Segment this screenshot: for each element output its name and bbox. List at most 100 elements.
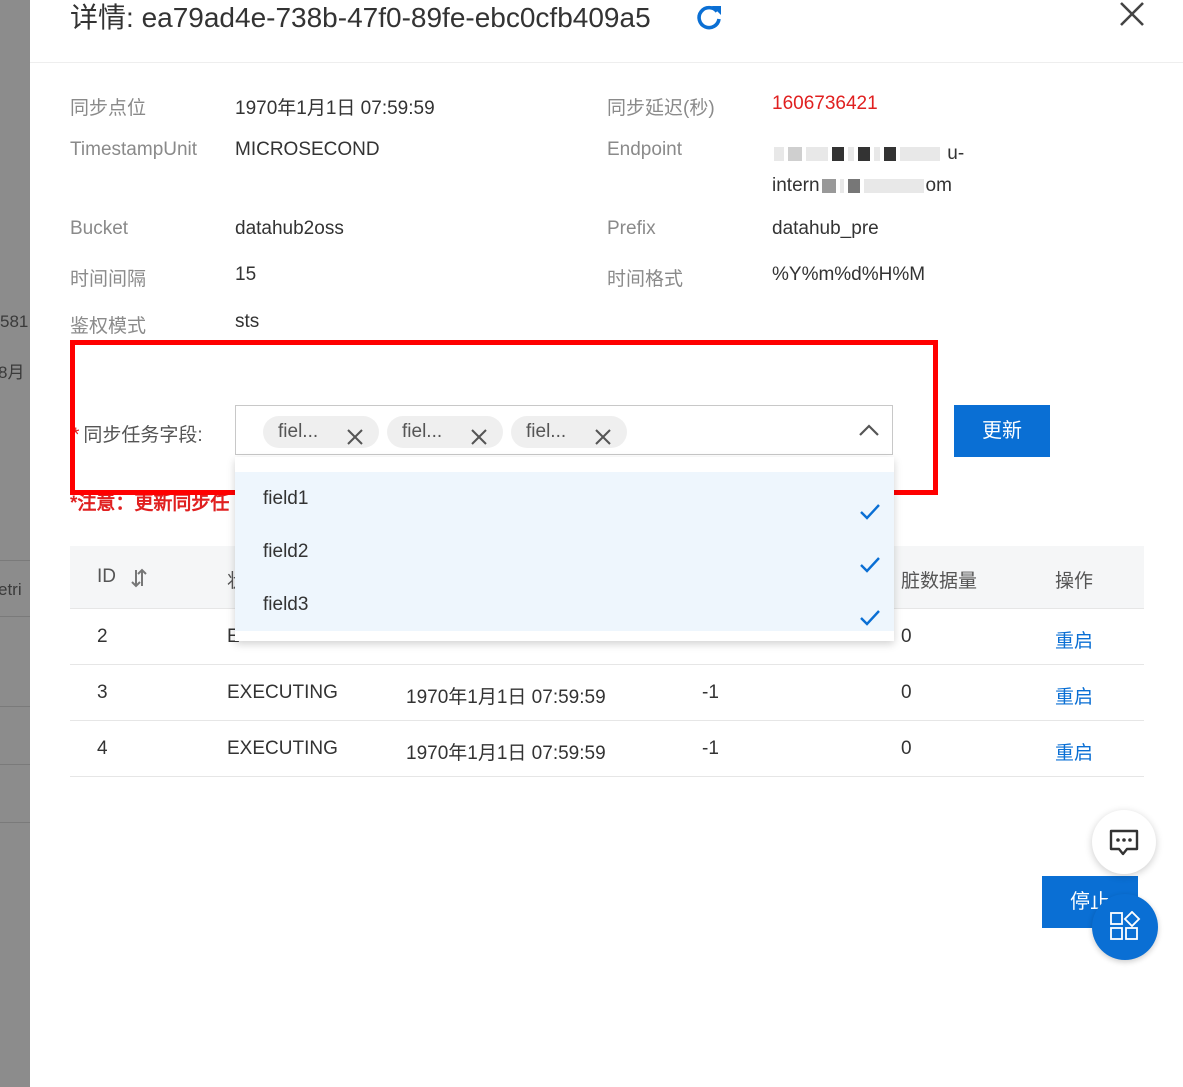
check-icon: [859, 489, 881, 520]
endpoint-value: u- intern om: [772, 138, 992, 202]
sort-icon[interactable]: [130, 568, 148, 588]
tag-close-icon[interactable]: [347, 424, 363, 445]
table-row: 3 EXECUTING 1970年1月1日 07:59:59 -1 0 重启: [70, 665, 1144, 721]
redaction-block: [832, 146, 844, 161]
apps-icon: [1110, 911, 1141, 940]
sync-fields-select[interactable]: fiel... fiel... fiel...: [235, 405, 893, 455]
cell-delay: -1: [702, 738, 719, 759]
endpoint-label: Endpoint: [607, 139, 683, 160]
option-label: field2: [263, 541, 309, 562]
bucket-label: Bucket: [70, 218, 129, 239]
cell-time: 1970年1月1日 07:59:59: [406, 687, 606, 708]
chevron-up-icon[interactable]: [858, 423, 880, 437]
task-id: ea79ad4e-738b-47f0-89fe-ebc0cfb409a5: [141, 2, 651, 33]
redaction-block: [774, 146, 784, 161]
time-interval-label: 时间间隔: [70, 269, 147, 290]
column-header-action: 操作: [1055, 571, 1094, 592]
sync-point-label: 同步点位: [70, 98, 147, 119]
cell-id: 2: [97, 626, 108, 647]
option-label: field1: [263, 488, 309, 509]
redaction-block: [874, 146, 880, 161]
cell-id: 4: [97, 738, 108, 759]
cell-delay: -1: [702, 682, 719, 703]
background-divider: [0, 616, 30, 617]
dropdown-option-field2[interactable]: field2: [235, 525, 894, 578]
background-overlay: 581 8月 etri: [0, 0, 30, 1087]
drawer-header: 详情: ea79ad4e-738b-47f0-89fe-ebc0cfb409a5: [30, 0, 1183, 63]
endpoint-part-1: u-: [947, 143, 965, 164]
auth-mode-label: 鉴权模式: [70, 316, 147, 337]
cell-status: EXECUTING: [227, 682, 338, 703]
prefix-label: Prefix: [607, 218, 656, 239]
option-label: field3: [263, 594, 309, 615]
cell-status: EXECUTING: [227, 738, 338, 759]
check-icon: [859, 595, 881, 626]
refresh-icon[interactable]: [694, 2, 724, 32]
selected-tag: fiel...: [263, 416, 379, 448]
selected-tag: fiel...: [511, 416, 627, 448]
redaction-block: [863, 178, 924, 193]
redaction-block: [900, 146, 940, 161]
column-header-id: ID: [97, 566, 116, 587]
background-text: 581: [0, 312, 29, 331]
restart-link[interactable]: 重启: [1055, 738, 1093, 765]
update-notice: *注意：更新同步任: [70, 493, 230, 514]
redaction-block: [884, 146, 896, 161]
title-prefix: 详情:: [70, 2, 142, 33]
restart-link[interactable]: 重启: [1055, 682, 1093, 709]
tag-label: fiel...: [402, 421, 443, 442]
prefix-value: datahub_pre: [772, 218, 879, 239]
sync-delay-value: 1606736421: [772, 93, 878, 114]
required-mark: *: [72, 425, 80, 446]
tag-label: fiel...: [278, 421, 319, 442]
dropdown-option-field3[interactable]: field3: [235, 578, 894, 631]
chat-button[interactable]: [1092, 810, 1156, 874]
time-format-label: 时间格式: [607, 269, 684, 290]
restart-link[interactable]: 重启: [1055, 626, 1093, 653]
tag-label: fiel...: [526, 421, 567, 442]
timestamp-unit-value: MICROSECOND: [235, 139, 380, 160]
background-divider: [0, 706, 30, 707]
time-format-value: %Y%m%d%H%M: [772, 264, 926, 285]
chat-icon: [1109, 829, 1139, 856]
endpoint-part-2: intern: [772, 175, 820, 196]
apps-button[interactable]: [1092, 894, 1158, 960]
sync-delay-label: 同步延迟(秒): [607, 98, 715, 119]
sync-point-value: 1970年1月1日 07:59:59: [235, 98, 435, 119]
dropdown-option-field1[interactable]: field1: [235, 472, 894, 525]
background-divider: [0, 560, 30, 561]
redaction-block: [788, 146, 802, 161]
cell-time: 1970年1月1日 07:59:59: [406, 743, 606, 764]
column-header-dirty: 脏数据量: [901, 571, 978, 592]
bucket-value: datahub2oss: [235, 218, 344, 239]
update-button[interactable]: 更新: [954, 405, 1050, 457]
redaction-block: [848, 146, 854, 161]
cell-dirty: 0: [901, 682, 912, 703]
background-text: 8月: [0, 363, 25, 382]
table-row: 4 EXECUTING 1970年1月1日 07:59:59 -1 0 重启: [70, 721, 1144, 777]
redaction-block: [839, 178, 844, 193]
sync-fields-dropdown: field1 field2 field3: [235, 457, 894, 641]
background-divider: [0, 764, 30, 765]
redaction-block: [821, 178, 836, 193]
cell-dirty: 0: [901, 738, 912, 759]
redaction-block: [847, 178, 860, 193]
auth-mode-value: sts: [235, 311, 260, 332]
time-interval-value: 15: [235, 264, 257, 285]
cell-id: 3: [97, 682, 108, 703]
close-icon[interactable]: [1118, 0, 1146, 28]
check-icon: [859, 542, 881, 573]
sync-fields-label: * 同步任务字段:: [72, 420, 203, 447]
background-text: etri: [0, 580, 22, 599]
detail-drawer: 详情: ea79ad4e-738b-47f0-89fe-ebc0cfb409a5…: [30, 0, 1183, 1087]
drawer-title: 详情: ea79ad4e-738b-47f0-89fe-ebc0cfb409a5: [70, 0, 651, 36]
cell-dirty: 0: [901, 626, 912, 647]
redaction-block: [858, 146, 870, 161]
tag-close-icon[interactable]: [595, 424, 611, 445]
tag-close-icon[interactable]: [471, 424, 487, 445]
timestamp-unit-label: TimestampUnit: [70, 139, 198, 160]
sync-fields-label-text: 同步任务字段:: [83, 425, 203, 446]
selected-tag: fiel...: [387, 416, 503, 448]
background-divider: [0, 822, 30, 823]
endpoint-part-3: om: [925, 175, 952, 196]
